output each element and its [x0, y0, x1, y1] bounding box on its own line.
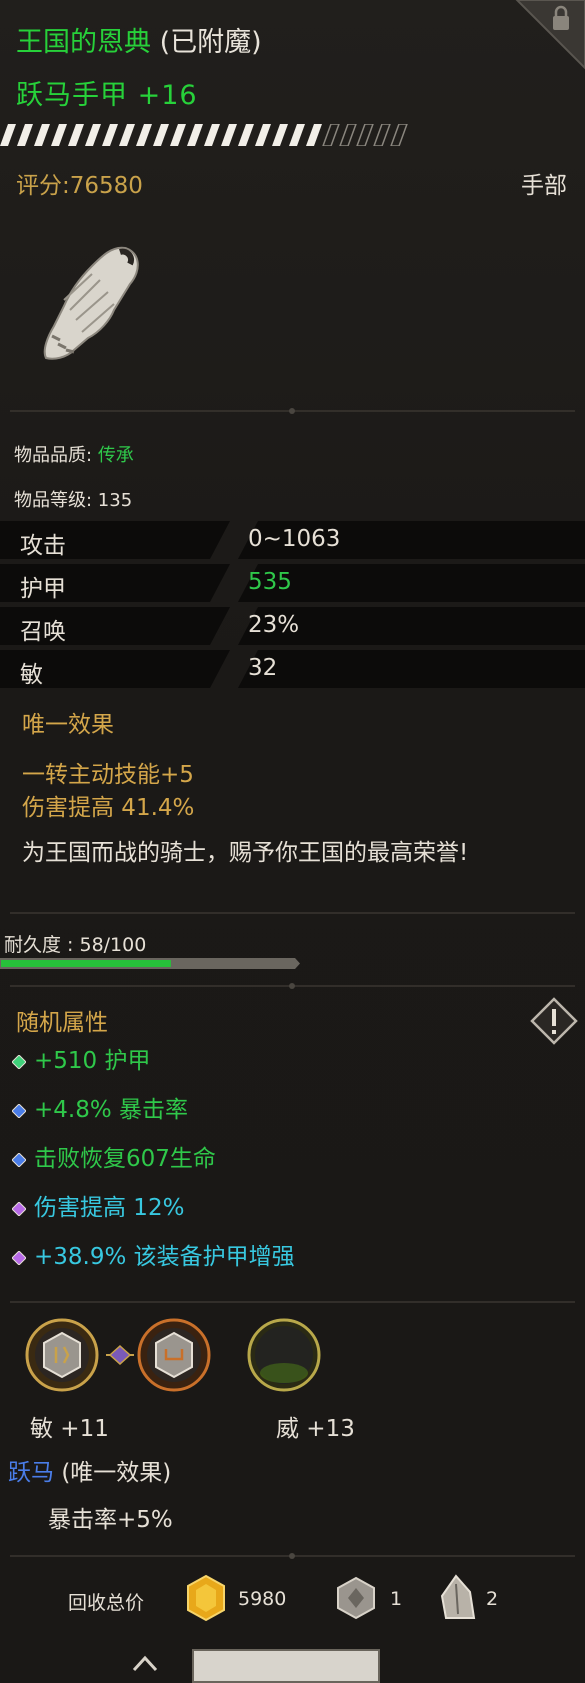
socket-bonus-left: 敏 +11 — [30, 1416, 109, 1442]
section-divider — [10, 983, 575, 989]
gem-socket[interactable] — [136, 1317, 212, 1393]
random-attr-text: 击败恢复607生命 — [34, 1146, 216, 1172]
set-suffix: (唯一效果) — [61, 1460, 172, 1486]
quality-value: 传承 — [97, 445, 134, 466]
random-attr-item: +38.9% 该装备护甲增强 — [12, 1237, 295, 1271]
unique-effect-header: 唯一效果 — [22, 712, 114, 738]
gem-icon — [12, 1152, 26, 1167]
shard-icon — [440, 1574, 476, 1619]
random-attr-text: +510 护甲 — [34, 1048, 151, 1074]
item-quality: 物品品质: 传承 — [14, 441, 134, 467]
durability-label: 耐久度 : 58/100 — [4, 934, 147, 956]
item-score: 评分:76580 — [16, 173, 143, 199]
random-attr-item: 击败恢复607生命 — [12, 1139, 216, 1173]
action-button[interactable] — [192, 1649, 380, 1683]
stat-value: 535 — [248, 569, 292, 595]
stat-name: 敏 — [20, 662, 43, 688]
socket-bonus-right: 威 +13 — [276, 1416, 355, 1442]
random-attrs-header: 随机属性 — [16, 1010, 108, 1036]
socket-link-icon — [106, 1344, 134, 1366]
gem-socket[interactable] — [24, 1317, 100, 1393]
gem-icon — [12, 1250, 26, 1265]
item-slot: 手部 — [521, 173, 567, 199]
gold-crystal-icon — [187, 1574, 225, 1622]
unique-effect-line: 一转主动技能+5 — [22, 762, 194, 788]
flavor-text: 为王国而战的骑士，赐予你王国的最高荣誉! — [22, 840, 469, 866]
item-name: 跃马手甲 +16 — [16, 80, 198, 111]
stat-value: 32 — [248, 655, 278, 681]
quality-label: 物品品质: — [14, 445, 93, 466]
chevron-up-icon[interactable] — [130, 1652, 160, 1672]
stat-value: 23% — [248, 612, 300, 638]
stone-icon — [337, 1576, 375, 1620]
gem-icon — [12, 1201, 26, 1216]
random-attr-item: +510 护甲 — [12, 1041, 150, 1075]
enchanted-tag: (已附魔) — [159, 27, 262, 58]
set-name: 跃马 (唯一效果) — [8, 1453, 171, 1487]
warning-icon[interactable] — [530, 997, 578, 1045]
recycle-label: 回收总价 — [68, 1592, 145, 1614]
set-title: 跃马 — [8, 1460, 54, 1486]
gem-icon — [12, 1054, 26, 1069]
item-tooltip-panel: 王国的恩典 (已附魔) 跃马手甲 +16 评分:76580 手部 物品品质: 传… — [0, 0, 585, 1683]
item-title-prefix: 王国的恩典 (已附魔) — [16, 20, 262, 59]
recycle-stone-value: 1 — [390, 1588, 403, 1610]
random-attr-item: 伤害提高 12% — [12, 1188, 184, 1222]
section-divider — [10, 408, 575, 414]
stat-row: 护甲 535 — [0, 564, 585, 602]
quality-stripes — [0, 124, 408, 146]
gauntlet-icon — [43, 246, 139, 360]
recycle-shard-value: 2 — [486, 1588, 499, 1610]
section-divider — [10, 912, 575, 914]
set-bonus: 暴击率+5% — [48, 1507, 173, 1533]
stat-row: 敏 32 — [0, 650, 585, 688]
stat-name: 攻击 — [20, 533, 66, 559]
stat-value: 0~1063 — [248, 526, 341, 552]
lock-icon[interactable] — [507, 0, 585, 78]
random-attr-text: 伤害提高 12% — [34, 1195, 185, 1221]
stat-name: 护甲 — [20, 576, 66, 602]
section-divider — [10, 1553, 575, 1559]
empty-gem-socket[interactable] — [246, 1317, 322, 1393]
item-level: 物品等级: 135 — [14, 490, 133, 511]
unique-effect-line: 伤害提高 41.4% — [22, 795, 195, 821]
stat-name: 召唤 — [20, 619, 66, 645]
recycle-gold-value: 5980 — [238, 1588, 287, 1610]
item-prefix: 王国的恩典 — [16, 27, 151, 58]
durability-bar — [0, 958, 300, 969]
gem-icon — [12, 1103, 26, 1118]
stat-row: 攻击 0~1063 — [0, 521, 585, 559]
random-attr-text: +4.8% 暴击率 — [34, 1097, 189, 1123]
random-attr-item: +4.8% 暴击率 — [12, 1090, 188, 1124]
random-attr-text: +38.9% 该装备护甲增强 — [34, 1244, 295, 1270]
stat-row: 召唤 23% — [0, 607, 585, 645]
section-divider — [10, 1301, 575, 1303]
